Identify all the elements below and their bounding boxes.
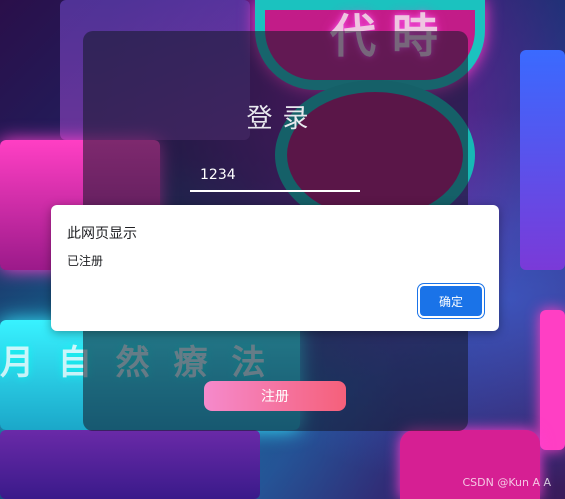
ok-button[interactable]: 确定 [420,286,482,316]
login-title: 登录 [246,104,319,134]
dialog-message: 已注册 [67,254,104,268]
watermark: CSDN @Kun A A [462,476,551,489]
background-sign-panel [540,310,565,450]
register-button[interactable]: 注册 [204,381,346,411]
background-sign-panel [0,430,260,499]
dialog-title: 此网页显示 [67,226,137,242]
alert-dialog: 此网页显示 已注册 确定 [51,205,499,331]
username-field[interactable] [190,160,360,192]
background-sign-panel [520,50,565,270]
username-input[interactable] [190,160,360,190]
